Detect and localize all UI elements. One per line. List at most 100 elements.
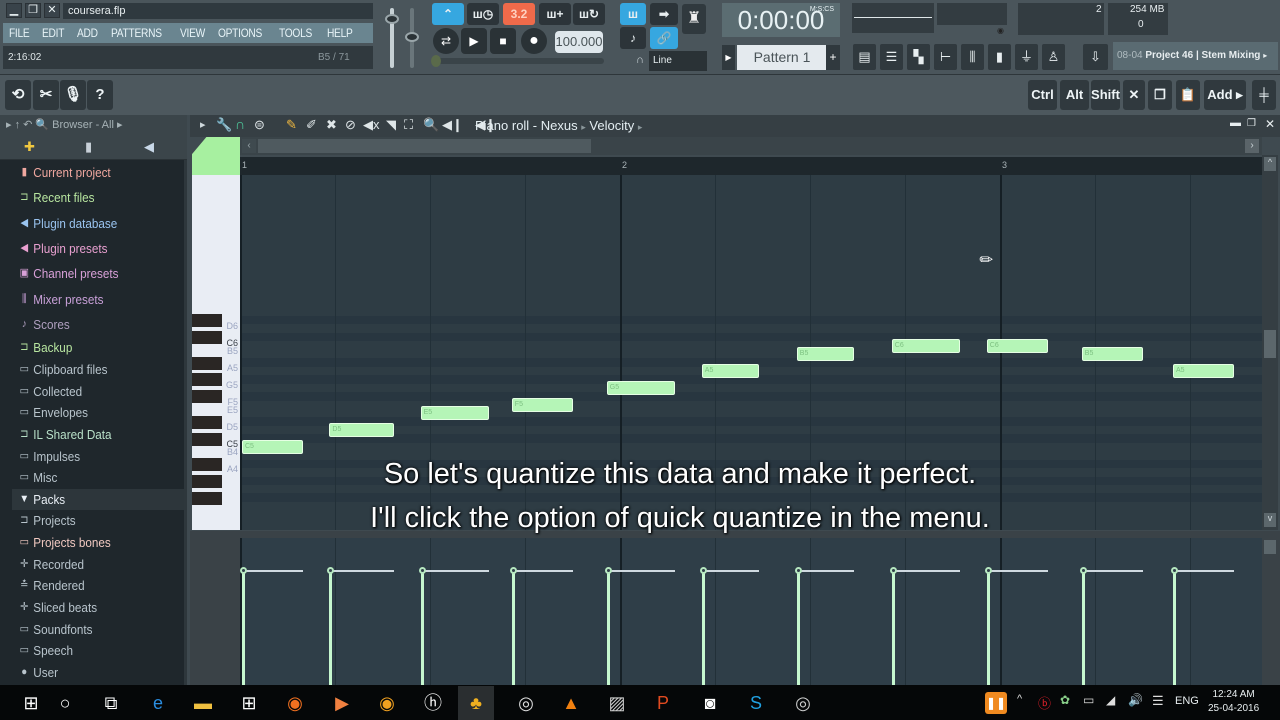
menu-patterns[interactable]: PATTERNS bbox=[105, 26, 168, 40]
velocity-handle[interactable] bbox=[699, 567, 707, 575]
black-key[interactable] bbox=[192, 474, 222, 488]
browser-item[interactable]: ● User bbox=[18, 662, 58, 683]
browser-scrollbar[interactable] bbox=[184, 160, 187, 685]
pattern-color-tab[interactable] bbox=[192, 137, 240, 175]
firefox-icon[interactable]: ◉ bbox=[282, 690, 308, 716]
pr-close-button[interactable]: ✕ bbox=[1265, 117, 1275, 131]
shift-button[interactable]: Shift bbox=[1091, 80, 1120, 110]
pattern-selector[interactable]: Pattern 1 bbox=[737, 45, 827, 70]
menu-add[interactable]: ADD bbox=[71, 26, 104, 40]
main-pitch-knob-icon[interactable]: ♜ bbox=[682, 4, 706, 34]
zoom-tool-icon[interactable]: 🔍 bbox=[423, 117, 439, 133]
edge-icon[interactable]: e bbox=[145, 690, 171, 716]
browser-item[interactable]: ✛ Sliced beats bbox=[18, 597, 97, 618]
song-position-handle[interactable] bbox=[431, 55, 441, 67]
scroll-left-button[interactable]: ‹ bbox=[242, 139, 256, 153]
browser-icon[interactable]: ⊢ bbox=[934, 44, 957, 70]
wifi-icon[interactable]: ◢ bbox=[1106, 693, 1115, 707]
black-key[interactable] bbox=[192, 356, 222, 370]
browser-item[interactable]: ≛ Rendered bbox=[18, 575, 85, 596]
chrome-canary-icon[interactable]: ◉ bbox=[374, 690, 400, 716]
master-pitch-handle[interactable] bbox=[405, 32, 419, 42]
task-view-icon[interactable]: ⧉ bbox=[98, 690, 124, 716]
copy-icon[interactable]: ❐ bbox=[1148, 80, 1172, 110]
store-icon[interactable]: ⊞ bbox=[236, 690, 262, 716]
cut-tool-icon[interactable]: ✂ bbox=[33, 80, 59, 110]
microphone-icon[interactable]: 🎙 bbox=[60, 80, 86, 110]
browser-item[interactable]: ▭ Projects bones bbox=[18, 532, 111, 553]
select-tool-icon[interactable]: ⛶ bbox=[404, 117, 413, 133]
tempo-display[interactable]: 100.000 bbox=[555, 31, 603, 53]
piano-roll-target[interactable]: Velocity bbox=[589, 118, 634, 133]
song-mode-toggle[interactable]: ⇄ bbox=[433, 28, 459, 54]
countdown-button[interactable]: 3.2 bbox=[503, 3, 535, 25]
wrench-icon[interactable]: 🔧 bbox=[216, 117, 232, 133]
black-key[interactable] bbox=[192, 415, 222, 429]
start-icon[interactable]: ⊞ bbox=[18, 690, 44, 716]
tutorial-icon[interactable]: ♙ bbox=[1042, 44, 1065, 70]
browser-item[interactable]: ▭ Misc bbox=[18, 467, 58, 488]
stamp-icon[interactable]: ⊜ bbox=[254, 117, 265, 133]
slice-tool-icon[interactable]: ◥ bbox=[386, 117, 396, 133]
velocity-bar[interactable] bbox=[986, 570, 990, 685]
obs-icon[interactable]: ◎ bbox=[790, 690, 816, 716]
velocity-bar[interactable] bbox=[606, 570, 610, 685]
notifications-icon[interactable]: ☰ bbox=[1152, 693, 1164, 709]
velocity-handle[interactable] bbox=[794, 567, 802, 575]
panel-toggle-icon[interactable]: ╪ bbox=[1252, 80, 1276, 110]
velocity-bar[interactable] bbox=[796, 570, 800, 685]
volume-icon[interactable]: 🔊 bbox=[1128, 693, 1143, 707]
pr-minimize-button[interactable]: ▬ bbox=[1230, 117, 1241, 129]
piano-roll-icon[interactable]: ▚ bbox=[907, 44, 930, 70]
browser-item[interactable]: ▼ Packs bbox=[18, 489, 65, 510]
magnet-snap-icon[interactable]: ∩ bbox=[235, 116, 245, 132]
vertical-scroll-thumb[interactable] bbox=[1264, 330, 1276, 358]
record-button[interactable]: ● bbox=[521, 28, 547, 54]
hp-icon[interactable]: ⓗ bbox=[420, 690, 446, 716]
browser-item[interactable]: ◀ Plugin presets bbox=[18, 238, 107, 259]
plugin-database-icon[interactable]: ⏚ bbox=[1015, 44, 1038, 70]
stop-button[interactable]: ■ bbox=[490, 28, 516, 54]
piano-keyboard[interactable]: D6 C6 B5 A5 G5 F5 E5 D5 C5 B4 A4 bbox=[192, 175, 240, 530]
playback-tool-icon[interactable]: ◀❙ bbox=[442, 117, 463, 133]
browser-item[interactable]: ✛ Recorded bbox=[18, 554, 84, 575]
browser-tab-all-icon[interactable]: ✚ bbox=[24, 139, 35, 155]
restore-button[interactable]: ❐ bbox=[25, 3, 41, 18]
scroll-down-button[interactable]: v bbox=[1264, 513, 1276, 527]
fl-studio-icon[interactable]: ♣ bbox=[458, 686, 494, 720]
note[interactable]: G5 bbox=[606, 380, 676, 395]
velocity-handle[interactable] bbox=[1171, 567, 1178, 575]
browser-item[interactable]: ◀ Plugin database bbox=[18, 213, 117, 234]
time-display[interactable]: 0:00:00 M:S:CS bbox=[722, 3, 840, 37]
delete-tool-icon[interactable]: ✖ bbox=[326, 117, 337, 133]
velocity-bar[interactable] bbox=[420, 570, 424, 685]
project-file-icon[interactable]: ▮ bbox=[988, 44, 1011, 70]
note[interactable]: C6 bbox=[986, 338, 1048, 353]
menu-options[interactable]: OPTIONS bbox=[212, 26, 268, 40]
note[interactable]: A5 bbox=[701, 363, 759, 378]
menu-tools[interactable]: TOOLS bbox=[273, 26, 318, 40]
note[interactable]: D5 bbox=[329, 423, 394, 438]
browser-item[interactable]: ⊐ Backup bbox=[18, 337, 72, 358]
black-key[interactable] bbox=[192, 314, 222, 328]
paint-tool-icon[interactable]: ✐ bbox=[306, 117, 317, 133]
velocity-bar[interactable] bbox=[329, 570, 333, 685]
menu-edit[interactable]: EDIT bbox=[36, 26, 70, 40]
cut-icon[interactable]: ✕ bbox=[1123, 80, 1145, 110]
battery-icon[interactable]: ▭ bbox=[1083, 693, 1094, 707]
step-edit-button[interactable]: ➡ bbox=[650, 3, 678, 25]
browser-item[interactable]: ▭ Impulses bbox=[18, 446, 81, 467]
velocity-handle[interactable] bbox=[604, 567, 612, 575]
show-hidden-icons[interactable]: ^ bbox=[1017, 693, 1022, 705]
close-button[interactable]: ✕ bbox=[44, 3, 60, 18]
velocity-bar[interactable] bbox=[242, 570, 245, 685]
browser-item[interactable]: ⫼ Mixer presets bbox=[18, 289, 104, 310]
blend-notes-button[interactable]: ш+ bbox=[539, 3, 571, 25]
ctrl-button[interactable]: Ctrl bbox=[1028, 80, 1057, 110]
pencil-tool-icon[interactable]: ✎ bbox=[286, 117, 297, 133]
menu-file[interactable]: FILE bbox=[3, 26, 35, 40]
skype-icon[interactable]: S bbox=[743, 690, 769, 716]
black-key[interactable] bbox=[192, 331, 222, 345]
browser-item[interactable]: ▭ Speech bbox=[18, 640, 73, 661]
browser-item[interactable]: ▭ Envelopes bbox=[18, 402, 88, 423]
